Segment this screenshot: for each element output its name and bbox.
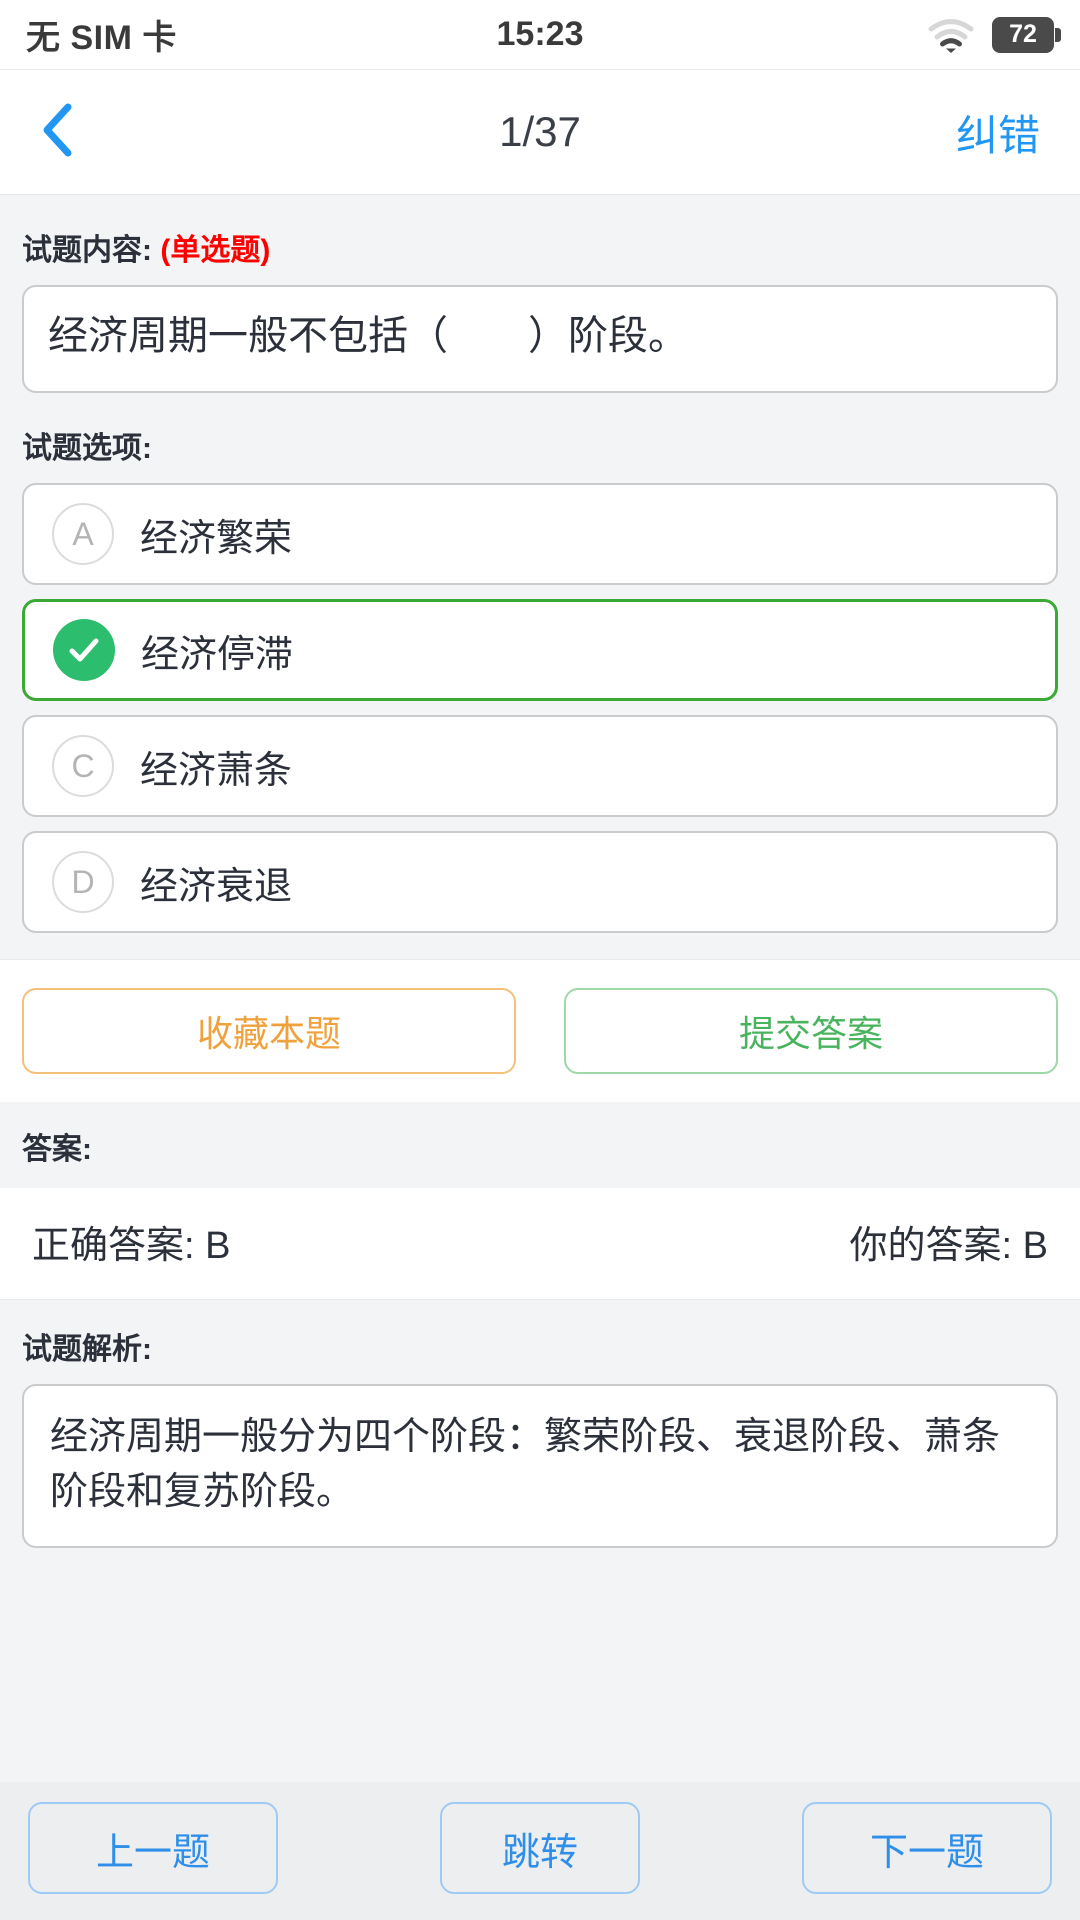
options-section: 试题选项: A 经济繁荣 经济停滞 C 经济萧条 D 经济衰退	[0, 393, 1080, 959]
option-label-b: 经济停滞	[141, 633, 294, 676]
app-screen: 无 SIM 卡 15:23 72 1/37 纠错 试题内容: (单选题) 经济周…	[0, 0, 1080, 1920]
option-item-d[interactable]: D 经济衰退	[22, 831, 1058, 933]
analysis-box: 经济周期一般分为四个阶段：繁荣阶段、衰退阶段、萧条阶段和复苏阶段。	[22, 1384, 1058, 1549]
option-label-a: 经济繁荣	[140, 517, 293, 560]
option-item-a[interactable]: A 经济繁荣	[22, 483, 1058, 585]
your-answer-text: 你的答案: B	[849, 1225, 1048, 1267]
battery-icon: 72	[992, 16, 1061, 53]
question-box: 经济周期一般不包括（ ）阶段。	[22, 285, 1058, 393]
submit-answer-button[interactable]: 提交答案	[564, 988, 1058, 1074]
check-circle-icon	[53, 619, 115, 681]
option-badge-c: C	[52, 735, 114, 797]
status-time: 15:23	[496, 15, 584, 53]
back-button[interactable]	[40, 97, 110, 167]
report-error-button[interactable]: 纠错	[956, 102, 1040, 163]
option-label-c: 经济萧条	[140, 749, 293, 792]
bottom-spacer	[0, 1548, 1080, 1782]
status-bar: 无 SIM 卡 15:23 72	[0, 0, 1080, 70]
page-title: 1/37	[499, 108, 581, 155]
bottom-navigation-bar: 上一题 跳转 下一题	[0, 1782, 1080, 1920]
action-button-row: 收藏本题 提交答案	[0, 959, 1080, 1102]
next-question-button[interactable]: 下一题	[802, 1802, 1052, 1894]
analysis-text: 经济周期一般分为四个阶段：繁荣阶段、衰退阶段、萧条阶段和复苏阶段。	[50, 1416, 1001, 1514]
answer-section-label: 答案:	[0, 1102, 1080, 1188]
battery-level: 72	[1009, 20, 1037, 48]
chevron-left-icon	[40, 102, 74, 163]
answer-row: 正确答案: B 你的答案: B	[0, 1188, 1080, 1300]
jump-question-button[interactable]: 跳转	[440, 1802, 640, 1894]
navigation-bar: 1/37 纠错	[0, 70, 1080, 195]
analysis-section-label: 试题解析:	[0, 1300, 1080, 1384]
question-type-tag: (单选题)	[160, 234, 271, 267]
previous-question-button[interactable]: 上一题	[28, 1802, 278, 1894]
correct-answer-text: 正确答案: B	[32, 1225, 231, 1267]
question-label-text: 试题内容:	[22, 234, 152, 267]
option-item-c[interactable]: C 经济萧条	[22, 715, 1058, 817]
question-section-label: 试题内容: (单选题)	[0, 195, 1080, 285]
option-badge-d: D	[52, 851, 114, 913]
question-text: 经济周期一般不包括（ ）阶段。	[48, 314, 688, 358]
option-item-b[interactable]: 经济停滞	[22, 599, 1058, 701]
option-label-d: 经济衰退	[140, 865, 293, 908]
option-badge-a: A	[52, 503, 114, 565]
collect-question-button[interactable]: 收藏本题	[22, 988, 516, 1074]
options-section-label: 试题选项:	[22, 432, 152, 465]
question-section: 试题内容: (单选题) 经济周期一般不包括（ ）阶段。	[0, 195, 1080, 393]
